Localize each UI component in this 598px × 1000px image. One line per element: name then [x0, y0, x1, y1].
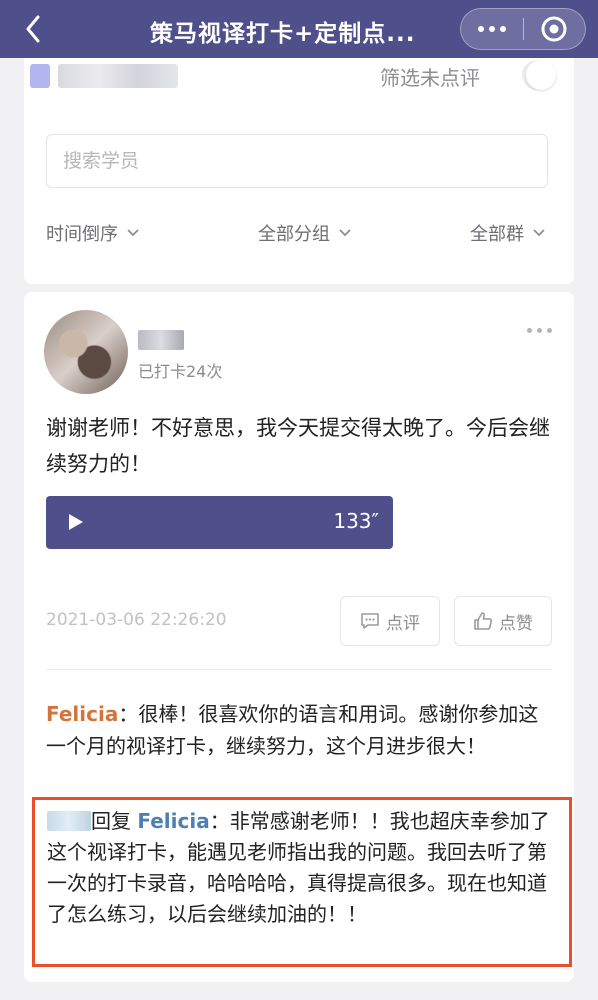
target-close-icon — [541, 16, 567, 42]
blurred-username — [138, 330, 184, 350]
chevron-left-icon — [26, 15, 40, 43]
sort-dropdown[interactable]: 时间倒序 — [46, 220, 140, 246]
teacher-comment: Felicia：很棒！很喜欢你的语言和用词。感谢你参加这一个月的视译打卡，继续努… — [46, 698, 552, 762]
chevron-down-icon — [127, 229, 139, 237]
comment-separator: ： — [118, 702, 139, 726]
student-reply: 回复 Felicia：非常感谢老师！！我也超庆幸参加了这个视译打卡，能遇见老师指… — [47, 806, 557, 930]
nav-bar: 策马视译打卡+定制点... — [0, 0, 598, 58]
reply-target[interactable]: Felicia — [137, 809, 209, 833]
group-dropdown-label: 全部分组 — [258, 224, 330, 245]
sort-dropdown-label: 时间倒序 — [46, 224, 118, 245]
reply-word: 回复 — [91, 809, 131, 833]
avatar[interactable] — [44, 310, 128, 394]
post-more-button[interactable] — [527, 328, 552, 333]
audio-player[interactable]: 133″ — [46, 496, 393, 549]
unreviewed-filter-label: 筛选未点评 — [380, 66, 480, 90]
list-icon — [30, 64, 50, 88]
more-dots-icon — [477, 26, 484, 32]
page-title: 策马视译打卡+定制点... — [150, 21, 416, 47]
toggle-knob — [526, 60, 556, 90]
highlight-box: 回复 Felicia：非常感谢老师！！我也超庆幸参加了这个视译打卡，能遇见老师指… — [32, 797, 572, 967]
more-button[interactable] — [461, 9, 523, 49]
blurred-reply-author — [47, 811, 91, 831]
checkin-post-card: 已打卡24次 谢谢老师！不好意思，我今天提交得太晚了。今后会继续努力的！ 133… — [24, 292, 574, 982]
divider — [46, 669, 552, 670]
review-button-label: 点评 — [386, 613, 420, 634]
group-dropdown[interactable]: 全部分组 — [258, 220, 352, 246]
comment-author[interactable]: Felicia — [46, 702, 118, 726]
close-mini-program-button[interactable] — [523, 9, 585, 49]
review-button[interactable]: 点评 — [340, 596, 440, 646]
mini-program-capsule — [460, 8, 586, 50]
filter-panel: 筛选未点评 时间倒序 全部分组 全部群 — [24, 58, 574, 284]
post-text: 谢谢老师！不好意思，我今天提交得太晚了。今后会继续努力的！ — [46, 416, 550, 476]
comment-icon — [361, 613, 379, 629]
like-button[interactable]: 点赞 — [454, 596, 552, 646]
chat-group-dropdown-label: 全部群 — [470, 224, 524, 245]
reply-separator: ： — [209, 809, 230, 833]
unreviewed-filter-toggle[interactable] — [522, 60, 556, 90]
checkin-count: 已打卡24次 — [138, 362, 223, 381]
audio-duration: 133″ — [333, 509, 379, 533]
chevron-down-icon — [339, 229, 351, 237]
post-timestamp: 2021-03-06 22:26:20 — [46, 610, 227, 630]
chat-group-dropdown[interactable]: 全部群 — [470, 220, 546, 246]
blurred-title — [58, 64, 178, 88]
back-button[interactable] — [18, 14, 48, 44]
search-input[interactable] — [46, 134, 548, 188]
play-icon — [69, 514, 83, 530]
thumbs-up-icon — [474, 612, 493, 630]
more-dots-icon — [527, 328, 532, 333]
like-button-label: 点赞 — [499, 613, 533, 634]
chevron-down-icon — [533, 229, 545, 237]
